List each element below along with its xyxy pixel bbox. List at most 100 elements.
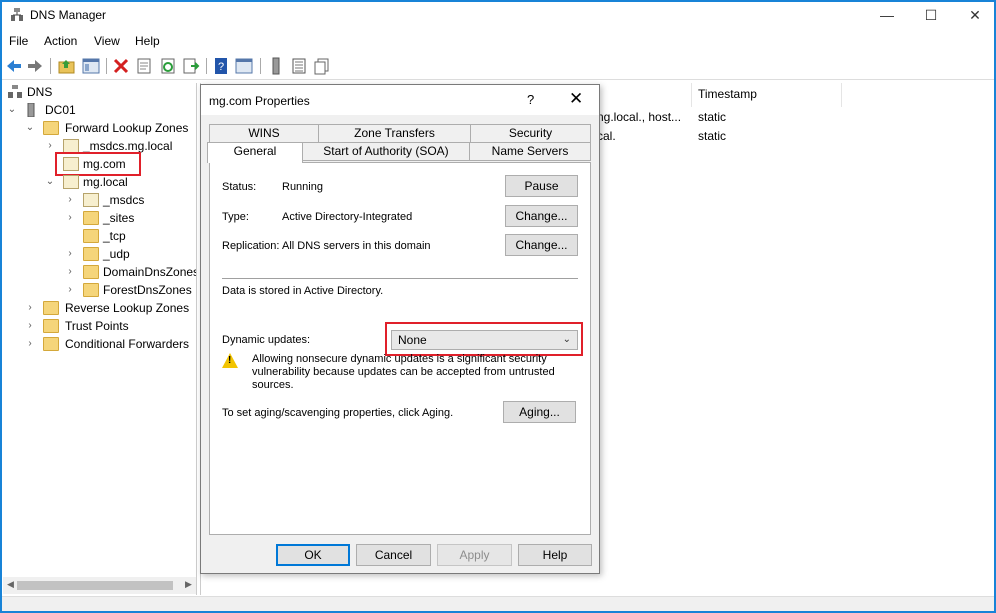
toolbar: ? [2, 53, 994, 80]
chevron-right-icon[interactable]: › [25, 317, 35, 335]
chevron-right-icon[interactable]: › [25, 335, 35, 353]
tab-zone-transfers[interactable]: Zone Transfers [318, 124, 471, 143]
tab-wins[interactable]: WINS [209, 124, 319, 143]
tree-node-tcp[interactable]: _tcp [7, 227, 196, 245]
chevron-right-icon[interactable]: › [45, 137, 55, 155]
tab-security[interactable]: Security [470, 124, 591, 143]
tree-node-sites[interactable]: › _sites [7, 209, 196, 227]
list-icon[interactable] [290, 57, 308, 75]
svg-text:?: ? [218, 61, 224, 73]
tree-node-reverse-lookup-zones[interactable]: › Reverse Lookup Zones [7, 299, 196, 317]
forward-icon[interactable] [26, 57, 44, 75]
title-bar: DNS Manager — ☐ ✕ [2, 2, 994, 30]
server-icon[interactable] [267, 57, 285, 75]
tree-horizontal-scrollbar[interactable]: ◀ ▶ [3, 577, 196, 594]
chevron-down-icon[interactable]: ⌄ [25, 119, 35, 137]
chevron-right-icon[interactable]: › [65, 191, 75, 209]
folder-icon [43, 319, 59, 333]
change-replication-button[interactable]: Change... [505, 234, 578, 256]
copy-icon[interactable] [313, 57, 331, 75]
menu-help[interactable]: Help [135, 34, 160, 48]
minimize-button[interactable]: — [864, 2, 910, 30]
dialog-close-icon[interactable]: ✕ [569, 89, 583, 109]
dynamic-updates-label: Dynamic updates: [222, 334, 311, 346]
dns-manager-icon [11, 8, 23, 21]
maximize-button[interactable]: ☐ [908, 2, 954, 30]
tree-node-forward-lookup-zones[interactable]: ⌄ Forward Lookup Zones [7, 119, 196, 137]
pause-button[interactable]: Pause [505, 175, 578, 197]
tree-node-dc01[interactable]: ⌄ DC01 [7, 101, 196, 119]
folder-icon [43, 121, 59, 135]
help-icon[interactable]: ? [212, 57, 230, 75]
replication-label: Replication: [222, 240, 280, 252]
refresh-icon[interactable] [159, 57, 177, 75]
chevron-right-icon[interactable]: › [25, 299, 35, 317]
ok-button[interactable]: OK [276, 544, 350, 566]
chevron-right-icon[interactable]: › [65, 245, 75, 263]
tree-node-mg-local[interactable]: ⌄ mg.local [7, 173, 196, 191]
record-timestamp-cell[interactable]: static [698, 110, 726, 124]
tree-node-sub-msdcs[interactable]: › _msdcs [7, 191, 196, 209]
menu-view[interactable]: View [94, 34, 120, 48]
cancel-button[interactable]: Cancel [356, 544, 431, 566]
folder-icon [83, 247, 99, 261]
help-button[interactable]: Help [518, 544, 592, 566]
apply-button[interactable]: Apply [437, 544, 512, 566]
tree-node-trust-points[interactable]: › Trust Points [7, 317, 196, 335]
aging-button[interactable]: Aging... [503, 401, 576, 423]
dialog-title: mg.com Properties [209, 94, 310, 108]
tree-node-domaindnszones[interactable]: › DomainDnsZones [7, 263, 196, 281]
warning-text-line3: sources. [252, 379, 294, 391]
column-divider [691, 83, 692, 107]
column-header-timestamp[interactable]: Timestamp [698, 87, 757, 101]
status-label: Status: [222, 181, 257, 193]
dialog-help-icon[interactable]: ? [527, 92, 534, 107]
delete-icon[interactable] [112, 57, 130, 75]
warning-text-line1: Allowing nonsecure dynamic updates is a … [252, 353, 547, 365]
toolbar-separator [260, 58, 261, 74]
show-hide-tree-icon[interactable] [82, 57, 100, 75]
tab-start-of-authority[interactable]: Start of Authority (SOA) [302, 142, 470, 161]
tree-node-forestdnszones[interactable]: › ForestDnsZones [7, 281, 196, 299]
tree-node-udp[interactable]: › _udp [7, 245, 196, 263]
tree-node-dns[interactable]: DNS [7, 83, 196, 101]
status-bar [2, 596, 994, 611]
folder-icon [43, 337, 59, 351]
general-tab-panel: Status: Running Pause Type: Active Direc… [209, 162, 591, 535]
chevron-right-icon[interactable]: › [65, 263, 75, 281]
chevron-right-icon[interactable]: › [65, 209, 75, 227]
scroll-right-icon[interactable]: ▶ [185, 579, 192, 590]
export-list-icon[interactable] [182, 57, 200, 75]
up-folder-icon[interactable] [58, 57, 76, 75]
record-data-cell[interactable]: ng.local., host... [597, 110, 681, 124]
aging-text: To set aging/scavenging properties, clic… [222, 407, 454, 419]
chevron-down-icon[interactable]: ⌄ [7, 101, 17, 119]
tab-general[interactable]: General [207, 142, 303, 163]
zone-icon [63, 175, 79, 189]
type-label: Type: [222, 211, 249, 223]
menu-file[interactable]: File [9, 34, 28, 48]
change-type-button[interactable]: Change... [505, 205, 578, 227]
toolbar-separator [50, 58, 51, 74]
chevron-down-icon[interactable]: ⌄ [45, 173, 55, 191]
menu-action[interactable]: Action [44, 34, 77, 48]
tab-name-servers[interactable]: Name Servers [469, 142, 591, 161]
chevron-right-icon[interactable]: › [65, 281, 75, 299]
back-icon[interactable] [5, 57, 23, 75]
type-value: Active Directory-Integrated [282, 211, 413, 223]
folder-icon [83, 283, 99, 297]
scroll-left-icon[interactable]: ◀ [7, 579, 14, 590]
record-timestamp-cell[interactable]: static [698, 129, 726, 143]
console-icon[interactable] [235, 57, 253, 75]
scrollbar-thumb[interactable] [17, 581, 173, 590]
console-tree: DNS ⌄ DC01 ⌄ Forward Lookup Zones › _msd… [3, 83, 197, 595]
properties-icon[interactable] [135, 57, 153, 75]
status-value: Running [282, 181, 323, 193]
storage-text: Data is stored in Active Directory. [222, 285, 384, 297]
tree-node-conditional-forwarders[interactable]: › Conditional Forwarders [7, 335, 196, 353]
replication-value: All DNS servers in this domain [282, 240, 431, 252]
toolbar-separator [106, 58, 107, 74]
warning-text-line2: vulnerability because updates can be acc… [252, 366, 555, 378]
close-window-button[interactable]: ✕ [952, 2, 996, 30]
toolbar-separator [206, 58, 207, 74]
